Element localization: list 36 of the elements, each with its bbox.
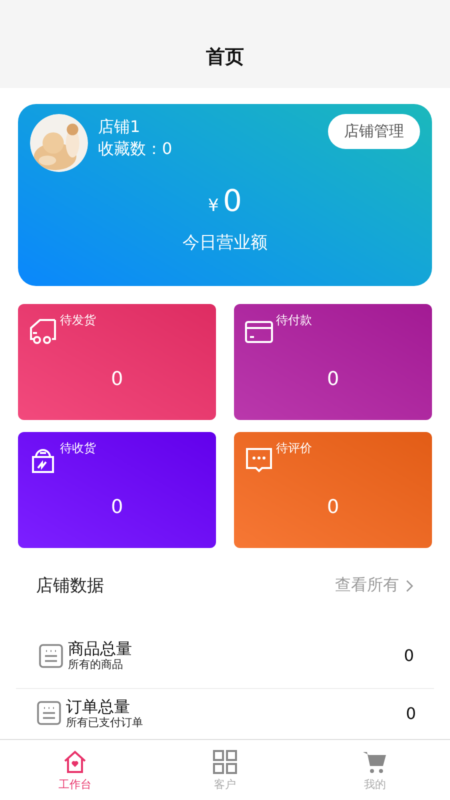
order-status-card[interactable]: 待发货 0 [18,304,216,420]
stat-title: 订单总量 [66,698,131,716]
favorites-count: 收藏数：0 [98,138,174,160]
revenue-amount: 0 [222,184,242,219]
tab[interactable]: 工作台 [0,740,150,800]
stat-title: 商品总量 [68,640,133,658]
home-icon [62,748,88,774]
order-status-label: 待评价 [276,440,312,458]
chevron-icon [405,578,414,593]
order-status-card[interactable]: 待评价 0 [234,432,432,548]
grid-icon [212,748,238,774]
list-icon [38,642,64,669]
stat-value: 0 [404,646,414,666]
page-title: 首页 [206,45,244,70]
store-name: 店铺1 [98,116,142,138]
order-status-label: 待收货 [60,440,96,458]
order-count: 0 [326,496,340,518]
order-count: 0 [110,496,124,518]
stat-subtitle: 所有已支付订单 [66,716,144,729]
order-count: 0 [110,368,124,390]
section-title: 店铺数据 [36,575,104,598]
stat-value: 0 [406,704,416,723]
revenue-label: 今日营业额 [182,232,268,254]
currency-symbol: ¥ [208,196,219,216]
view-all-link[interactable]: 查看所有 [335,575,414,596]
truck-icon [28,316,58,346]
order-status-card[interactable]: 待付款 0 [234,304,432,420]
order-status-label: 待付款 [276,312,312,330]
tab[interactable]: 我的 [300,740,450,800]
stat-subtitle: 所有的商品 [68,658,124,672]
tab[interactable]: 客户 [150,740,300,800]
order-status-card[interactable]: 待收货 0 [18,432,216,548]
order-status-label: 待发货 [60,312,96,330]
order-count: 0 [326,368,340,390]
store-manage-button[interactable]: 店铺管理 [328,114,420,149]
list-icon [36,700,62,726]
